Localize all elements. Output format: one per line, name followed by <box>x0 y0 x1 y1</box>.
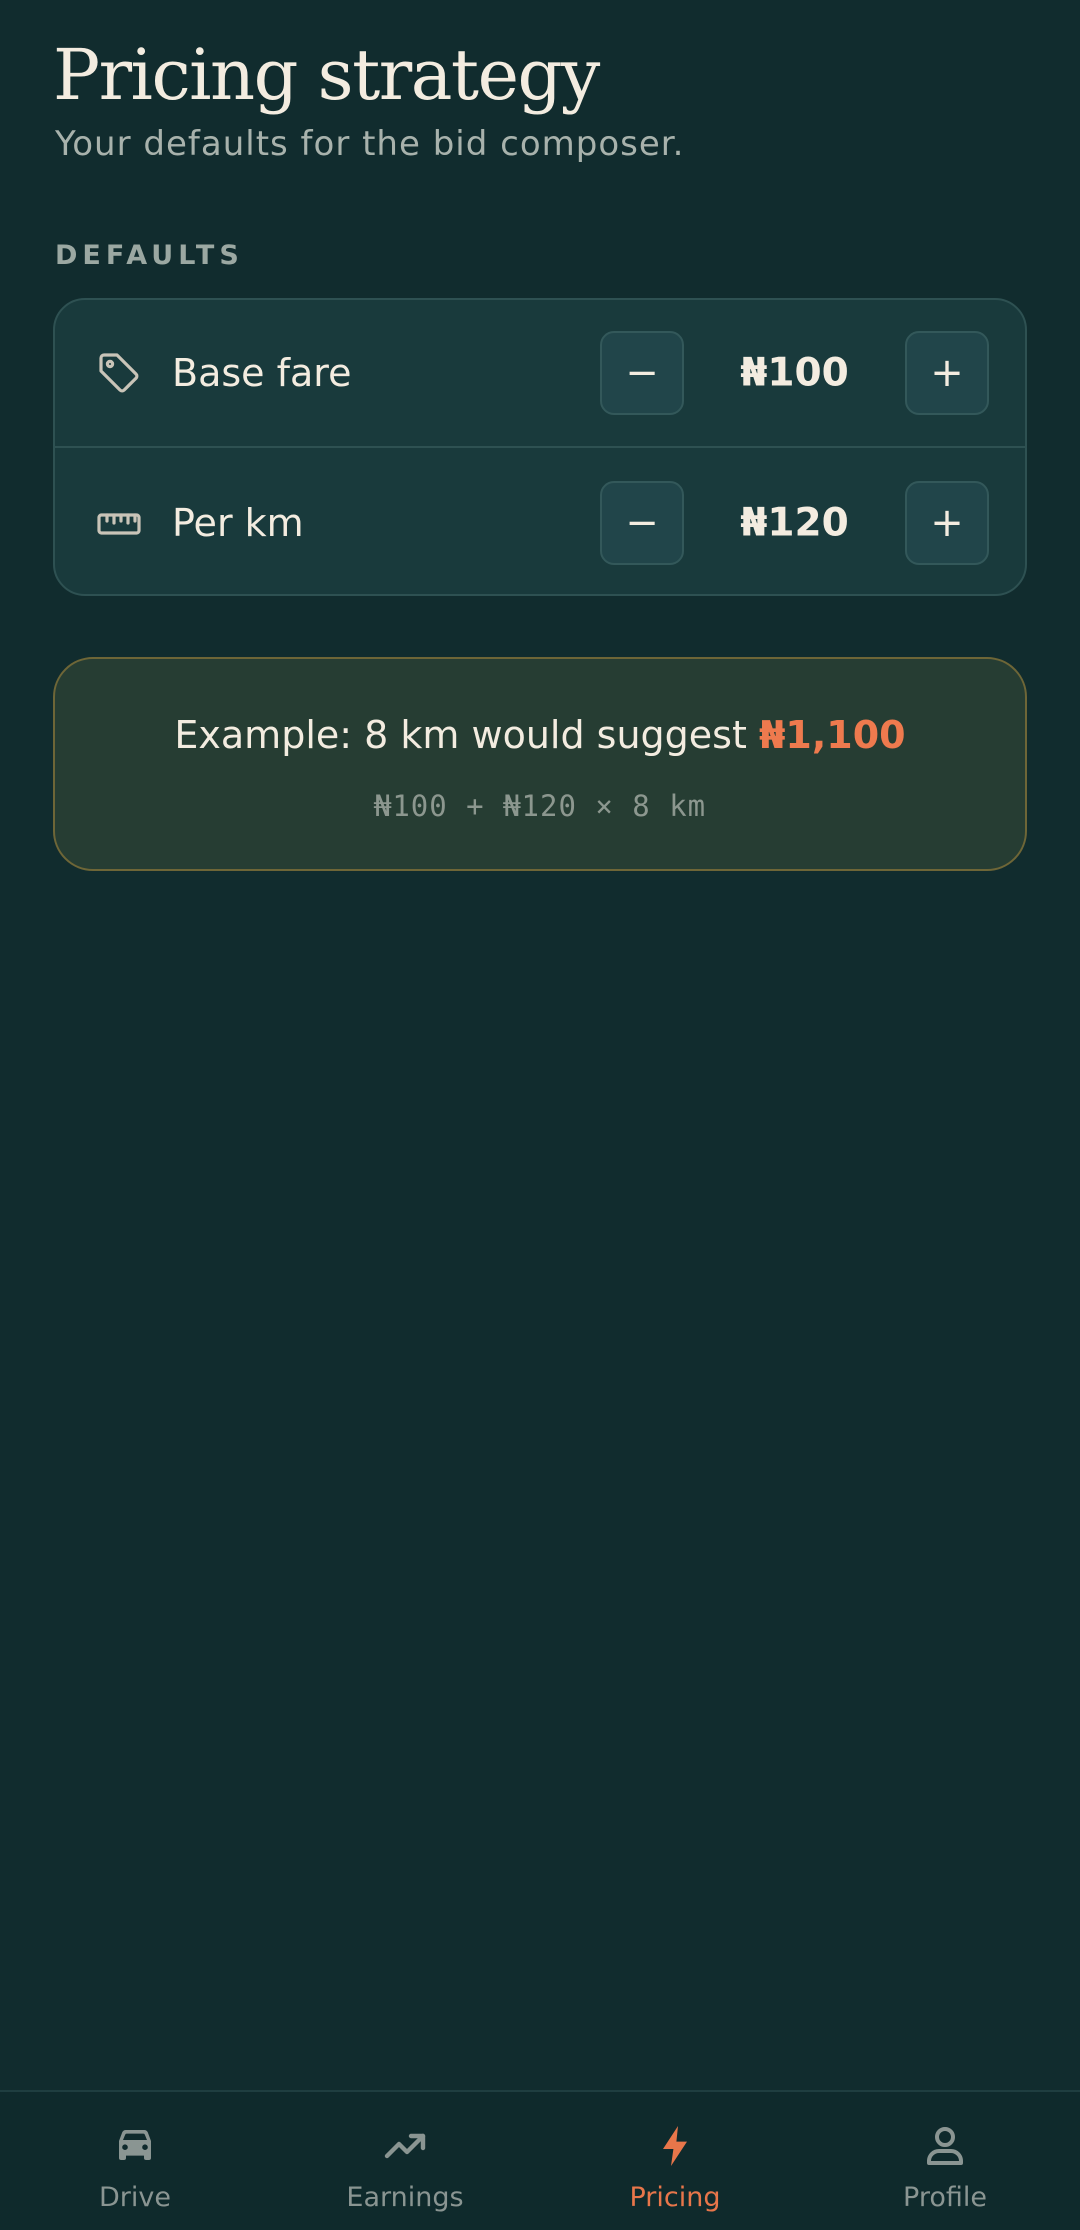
base-fare-value: ₦100 <box>740 350 849 396</box>
per-km-value: ₦120 <box>740 500 849 546</box>
nav-item-drive[interactable]: Drive <box>0 2092 270 2230</box>
example-card: Example: 8 km would suggest ₦1,100 ₦100 … <box>53 657 1027 871</box>
example-formula: ₦100 + ₦120 × 8 km <box>373 789 707 823</box>
nav-item-profile[interactable]: Profile <box>810 2092 1080 2230</box>
nav-item-earnings[interactable]: Earnings <box>270 2092 540 2230</box>
defaults-card: Base fare − ₦100 + Per km − ₦120 + <box>53 298 1027 596</box>
nav-label-drive: Drive <box>99 2182 171 2213</box>
nav-label-earnings: Earnings <box>346 2182 464 2213</box>
per-km-increase-button[interactable]: + <box>905 481 989 565</box>
page-subtitle: Your defaults for the bid composer. <box>55 124 685 164</box>
page-title: Pricing strategy <box>53 34 600 116</box>
tag-icon <box>95 349 143 397</box>
example-text: Example: 8 km would suggest ₦1,100 <box>55 713 1025 757</box>
base-fare-decrease-button[interactable]: − <box>600 331 684 415</box>
user-icon <box>921 2122 969 2170</box>
trending-up-icon <box>381 2122 429 2170</box>
per-km-label: Per km <box>172 501 304 545</box>
bolt-icon <box>651 2122 699 2170</box>
per-km-decrease-button[interactable]: − <box>600 481 684 565</box>
car-icon <box>111 2122 159 2170</box>
base-fare-row: Base fare − ₦100 + <box>55 300 1025 448</box>
ruler-icon <box>95 499 143 547</box>
section-label-defaults: DEFAULTS <box>55 240 244 271</box>
nav-item-pricing[interactable]: Pricing <box>540 2092 810 2230</box>
bottom-nav: Drive Earnings Pricing Profile <box>0 2090 1080 2230</box>
per-km-row: Per km − ₦120 + <box>55 449 1025 594</box>
nav-label-pricing: Pricing <box>629 2182 721 2213</box>
page-header: Pricing strategy Your defaults for the b… <box>53 32 1027 166</box>
base-fare-increase-button[interactable]: + <box>905 331 989 415</box>
base-fare-label: Base fare <box>172 351 352 395</box>
example-sentence: Example: 8 km would suggest <box>174 713 747 757</box>
example-amount: ₦1,100 <box>758 713 906 757</box>
nav-label-profile: Profile <box>903 2182 987 2213</box>
